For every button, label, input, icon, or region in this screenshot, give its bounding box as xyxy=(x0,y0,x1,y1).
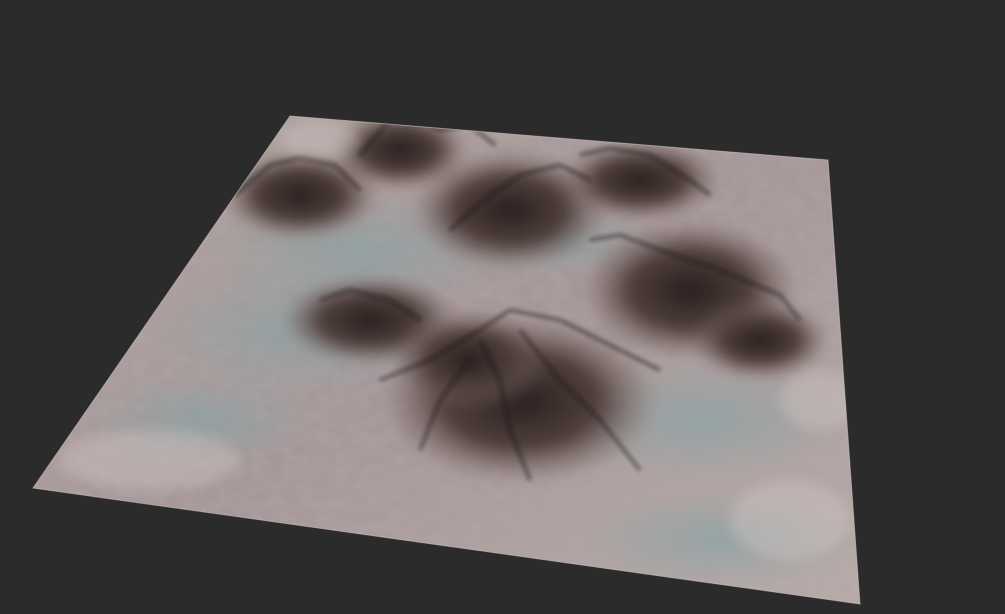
terrain-mesh xyxy=(32,115,861,605)
render-viewport xyxy=(0,0,1005,614)
